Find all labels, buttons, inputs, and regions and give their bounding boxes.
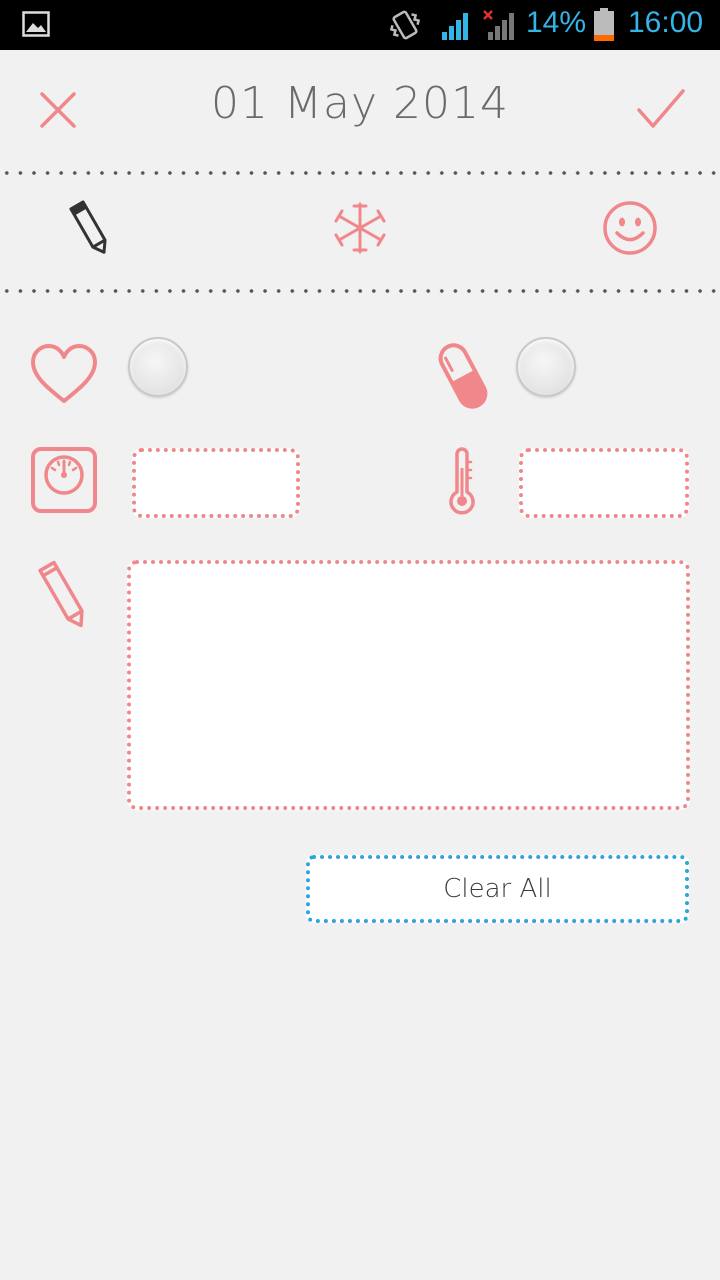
weight-field[interactable] [132,448,300,518]
heart-icon [31,344,97,403]
divider-bottom [0,289,720,293]
scale-icon [31,447,97,513]
tab-note-pencil-icon[interactable] [66,198,114,258]
vibrate-icon [389,10,421,40]
battery-percent: 14% [526,6,587,39]
clear-all-button[interactable]: Clear All [306,855,689,923]
check-icon[interactable] [636,88,686,130]
note-textarea[interactable] [131,564,686,806]
thermometer-icon [449,447,475,515]
battery-icon [594,8,614,41]
note-pencil-icon [38,560,84,628]
divider-top [0,171,720,175]
signal-icon [442,13,468,40]
status-bar: 14% 16:00 [0,0,720,50]
gallery-icon [22,11,50,37]
signal-no-data-icon [483,10,514,40]
temperature-input[interactable] [523,452,685,514]
clock: 16:00 [628,6,704,39]
note-field[interactable] [127,560,690,810]
pill-icon [438,343,488,409]
tab-symptoms-asterisk-icon[interactable] [332,200,388,256]
weight-input[interactable] [136,452,296,514]
pill-toggle[interactable] [516,337,576,397]
temperature-field[interactable] [519,448,689,518]
tab-mood-smiley-icon[interactable] [602,200,658,256]
date-title: 01 May 2014 [211,78,509,129]
intercourse-toggle[interactable] [128,337,188,397]
clear-all-label: Clear All [443,874,552,904]
